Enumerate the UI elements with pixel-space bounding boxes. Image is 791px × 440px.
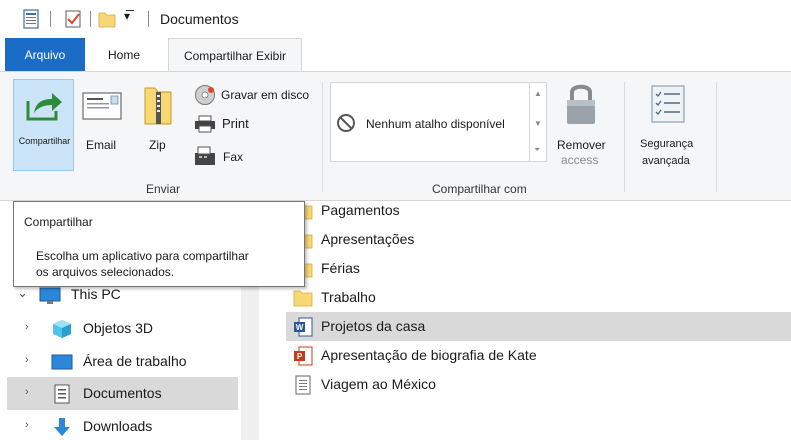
zip-icon[interactable] — [143, 84, 173, 126]
quick-access-separator — [148, 11, 149, 27]
ribbon-share: Compartilhar Email Zip Gravar em disco P… — [0, 71, 791, 201]
downloads-icon — [54, 418, 70, 436]
list-item[interactable]: Apresentações — [286, 225, 791, 254]
tooltip-body-line1: Escolha um aplicativo para compartilhar — [36, 249, 249, 263]
desktop-icon — [51, 354, 73, 370]
list-item[interactable]: Trabalho — [286, 283, 791, 312]
file-label: Férias — [321, 260, 360, 276]
remove-access-label-2[interactable]: access — [561, 153, 598, 167]
burn-disc-icon[interactable] — [194, 84, 216, 106]
share-tooltip: Compartilhar Escolha um aplicativo para … — [13, 201, 305, 287]
3d-objects-icon — [53, 320, 71, 338]
quick-access-separator — [50, 11, 51, 27]
chevron-right-icon[interactable]: › — [25, 321, 29, 333]
share-with-gallery[interactable]: Nenhum atalho disponível — [330, 82, 530, 162]
nav-label: Objetos 3D — [83, 320, 154, 336]
list-item[interactable]: P Apresentação de biografia de Kate — [286, 341, 791, 370]
lock-icon[interactable] — [563, 80, 599, 128]
group-label-share-with: Compartilhar com — [432, 182, 527, 196]
word-doc-icon: W — [294, 317, 313, 337]
file-label: Projetos da casa — [321, 318, 426, 334]
fax-icon[interactable] — [194, 146, 216, 166]
list-item[interactable]: Pagamentos — [286, 196, 791, 225]
computer-icon — [39, 287, 61, 304]
group-separator — [624, 82, 625, 192]
share-icon — [26, 93, 62, 121]
nav-label: Documentos — [83, 385, 162, 401]
list-item[interactable]: Viagem ao México — [286, 370, 791, 399]
nav-item-3d-objects[interactable]: › Objetos 3D — [7, 312, 238, 345]
properties-icon[interactable] — [22, 9, 40, 29]
tab-share-label: Compartilhar — [183, 49, 253, 63]
chevron-down-icon[interactable]: ⌄ — [17, 285, 28, 301]
gallery-down-icon[interactable]: ▼ — [534, 119, 542, 128]
nav-label: Downloads — [83, 418, 153, 434]
gallery-up-icon[interactable]: ▲ — [534, 89, 542, 98]
file-label: Viagem ao México — [321, 376, 436, 392]
window-title: Documentos — [160, 11, 239, 27]
list-item[interactable]: Férias — [286, 254, 791, 283]
quick-access-separator — [90, 11, 91, 27]
powerpoint-icon: P — [294, 346, 313, 366]
customize-quick-access-icon[interactable]: ▾ — [124, 9, 130, 23]
advanced-security-label-2[interactable]: avançada — [642, 155, 690, 167]
nav-item-documents[interactable]: › Documentos — [7, 377, 238, 410]
tooltip-body: Escolha um aplicativo para compartilhar … — [36, 248, 296, 280]
burn-disc-button[interactable]: Gravar em disco — [221, 88, 309, 102]
folder-icon[interactable] — [98, 9, 116, 29]
tab-file[interactable]: Arquivo — [5, 38, 85, 71]
tooltip-body-line2: os arquivos selecionados. — [36, 265, 175, 279]
title-bar: ▾ Documentos — [0, 0, 791, 38]
folder-icon — [293, 290, 313, 307]
nav-item-desktop[interactable]: › Área de trabalho — [7, 345, 238, 378]
group-separator — [322, 82, 323, 192]
list-item[interactable]: W Projetos da casa — [286, 312, 791, 341]
print-icon[interactable] — [194, 115, 216, 133]
remove-access-label-1[interactable]: Remover — [557, 138, 606, 152]
nav-item-downloads[interactable]: › Downloads — [7, 410, 238, 440]
nav-label: This PC — [71, 286, 121, 302]
gallery-scrollbar[interactable]: ▲ ▼ ⏷ — [530, 82, 547, 162]
tab-home[interactable]: Home — [92, 38, 156, 71]
fax-button[interactable]: Fax — [223, 150, 243, 164]
tab-share[interactable]: Compartilhar Exibir — [168, 38, 302, 72]
advanced-security-label-1[interactable]: Segurança — [640, 138, 693, 150]
file-label: Apresentação de biografia de Kate — [321, 347, 537, 363]
group-separator — [716, 82, 717, 192]
email-button[interactable]: Email — [86, 138, 116, 152]
no-shortcut-text: Nenhum atalho disponível — [366, 117, 505, 131]
gallery-more-icon[interactable]: ⏷ — [534, 145, 540, 155]
chevron-right-icon[interactable]: › — [25, 386, 29, 398]
svg-text:W: W — [296, 323, 304, 332]
checkmark-icon[interactable] — [64, 9, 82, 29]
tooltip-title: Compartilhar — [24, 215, 93, 229]
customize-bar — [126, 10, 134, 11]
documents-icon — [54, 384, 70, 404]
print-button[interactable]: Print — [222, 116, 249, 131]
share-button-label: Compartilhar — [18, 136, 71, 146]
email-icon[interactable] — [82, 92, 122, 120]
zip-button[interactable]: Zip — [149, 138, 166, 152]
text-doc-icon — [295, 375, 311, 395]
share-button[interactable]: Compartilhar — [13, 79, 74, 171]
chevron-right-icon[interactable]: › — [25, 354, 29, 366]
ribbon-tabs: Arquivo Home Compartilhar Exibir — [0, 38, 791, 72]
svg-text:P: P — [297, 352, 303, 361]
chevron-right-icon[interactable]: › — [25, 419, 29, 431]
no-entry-icon — [337, 114, 355, 132]
file-label: Trabalho — [321, 289, 376, 305]
tab-view-label[interactable]: Exibir — [256, 39, 286, 73]
group-label-send: Enviar — [146, 182, 181, 196]
file-label: Pagamentos — [321, 202, 400, 218]
advanced-security-icon[interactable] — [648, 84, 688, 124]
nav-label: Área de trabalho — [83, 353, 187, 369]
file-label: Apresentações — [321, 231, 415, 247]
